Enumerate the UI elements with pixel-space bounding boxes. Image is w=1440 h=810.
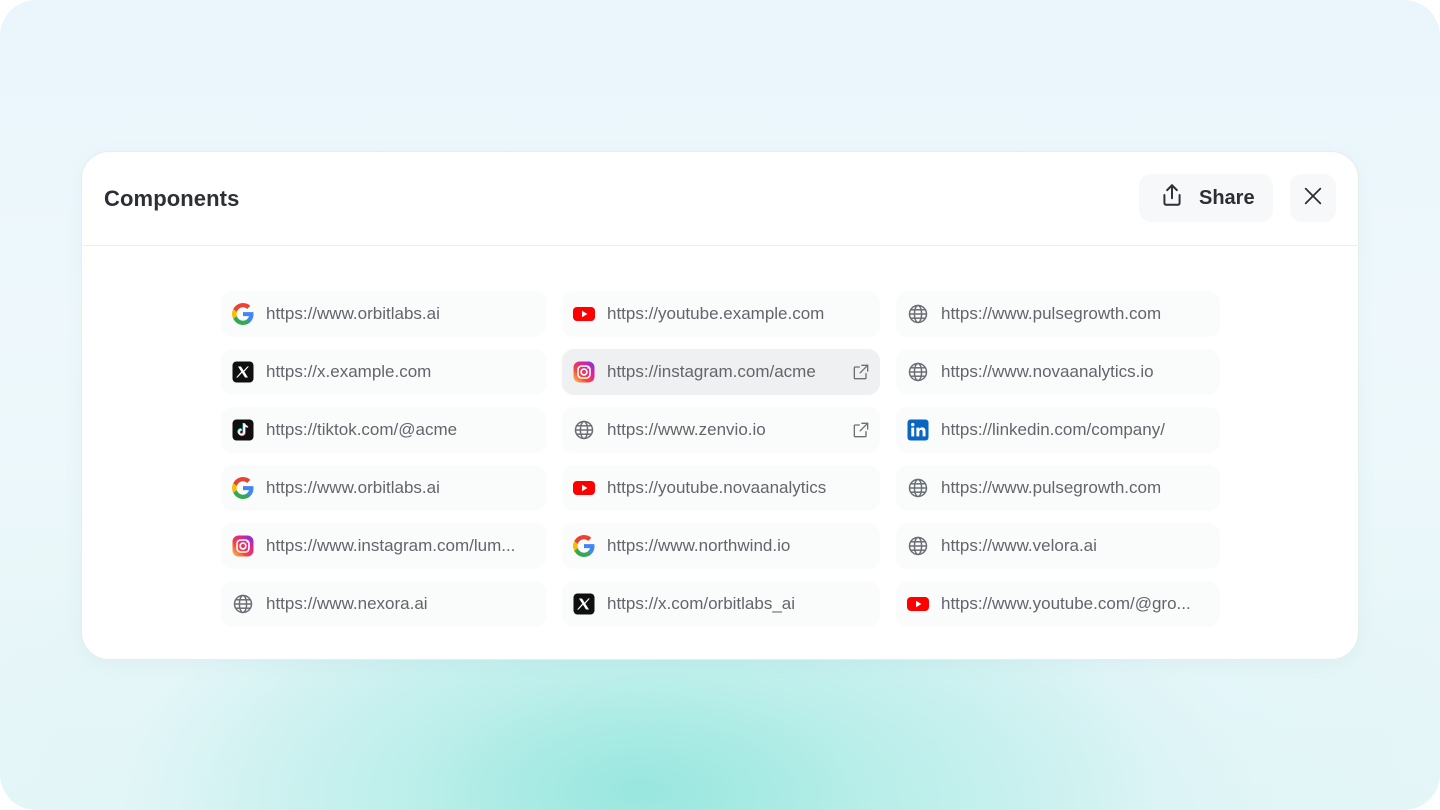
panel-header: Components Share — [82, 152, 1358, 246]
instagram-icon — [231, 534, 255, 558]
external-link-icon[interactable] — [850, 361, 872, 383]
link-item-globe[interactable]: https://www.pulsegrowth.com — [896, 465, 1220, 511]
google-icon — [231, 476, 255, 500]
link-url: https://youtube.example.com — [607, 304, 825, 323]
close-button[interactable] — [1290, 174, 1336, 222]
x-icon — [572, 592, 596, 616]
link-item-globe[interactable]: https://www.velora.ai — [896, 523, 1220, 569]
link-item-google[interactable]: https://www.orbitlabs.ai — [221, 291, 546, 337]
link-item-x[interactable]: https://x.com/orbitlabs_ai — [562, 581, 880, 627]
link-item-globe[interactable]: https://www.nexora.ai — [221, 581, 546, 627]
tiktok-icon — [231, 418, 255, 442]
link-url: https://www.pulsegrowth.com — [941, 478, 1162, 497]
link-url: https://tiktok.com/@acme — [266, 420, 458, 439]
link-item-globe[interactable]: https://www.zenvio.io — [562, 407, 880, 453]
link-url: https://www.youtube.com/@gro... — [941, 594, 1191, 613]
link-item-instagram[interactable]: https://instagram.com/acme — [562, 349, 880, 395]
google-icon — [231, 302, 255, 326]
link-item-linkedin[interactable]: https://linkedin.com/company/ — [896, 407, 1220, 453]
link-item-google[interactable]: https://www.northwind.io — [562, 523, 880, 569]
link-url: https://x.com/orbitlabs_ai — [607, 594, 796, 613]
panel-title: Components — [104, 186, 240, 211]
link-url: https://instagram.com/acme — [607, 362, 816, 381]
link-url: https://www.zenvio.io — [607, 420, 766, 439]
link-url: https://www.velora.ai — [941, 536, 1097, 555]
globe-icon — [906, 302, 930, 326]
link-grid: https://www.orbitlabs.ai https://youtube.… — [221, 291, 1220, 627]
share-upload-icon — [1159, 182, 1185, 214]
youtube-icon — [572, 476, 596, 500]
link-url: https://www.orbitlabs.ai — [266, 304, 440, 323]
external-link-icon[interactable] — [850, 419, 872, 441]
globe-icon — [906, 360, 930, 384]
x-icon — [231, 360, 255, 384]
globe-icon — [231, 592, 255, 616]
link-item-tiktok[interactable]: https://tiktok.com/@acme — [221, 407, 546, 453]
linkedin-icon — [906, 418, 930, 442]
background: Components Share https://www.orbitlabs.a… — [0, 0, 1440, 810]
instagram-icon — [572, 360, 596, 384]
link-item-globe[interactable]: https://www.novaanalytics.io — [896, 349, 1220, 395]
link-url: https://www.nexora.ai — [266, 594, 428, 613]
close-icon — [1302, 185, 1324, 212]
link-url: https://www.orbitlabs.ai — [266, 478, 440, 497]
link-url: https://linkedin.com/company/ — [941, 420, 1165, 439]
google-icon — [572, 534, 596, 558]
share-button[interactable]: Share — [1139, 174, 1273, 222]
link-item-google[interactable]: https://www.orbitlabs.ai — [221, 465, 546, 511]
link-url: https://www.novaanalytics.io — [941, 362, 1154, 381]
link-item-instagram[interactable]: https://www.instagram.com/lum... — [221, 523, 546, 569]
components-panel: Components Share https://www.orbitlabs.a… — [81, 151, 1359, 660]
globe-icon — [572, 418, 596, 442]
link-url: https://x.example.com — [266, 362, 432, 381]
link-url: https://www.northwind.io — [607, 536, 791, 555]
globe-icon — [906, 534, 930, 558]
link-item-youtube[interactable]: https://youtube.example.com — [562, 291, 880, 337]
link-url: https://youtube.novaanalytics — [607, 478, 827, 497]
globe-icon — [906, 476, 930, 500]
link-item-youtube[interactable]: https://www.youtube.com/@gro... — [896, 581, 1220, 627]
link-item-x[interactable]: https://x.example.com — [221, 349, 546, 395]
link-item-globe[interactable]: https://www.pulsegrowth.com — [896, 291, 1220, 337]
youtube-icon — [572, 302, 596, 326]
link-url: https://www.pulsegrowth.com — [941, 304, 1162, 323]
link-item-youtube[interactable]: https://youtube.novaanalytics — [562, 465, 880, 511]
link-url: https://www.instagram.com/lum... — [266, 536, 516, 555]
youtube-icon — [906, 592, 930, 616]
share-label: Share — [1199, 186, 1255, 209]
